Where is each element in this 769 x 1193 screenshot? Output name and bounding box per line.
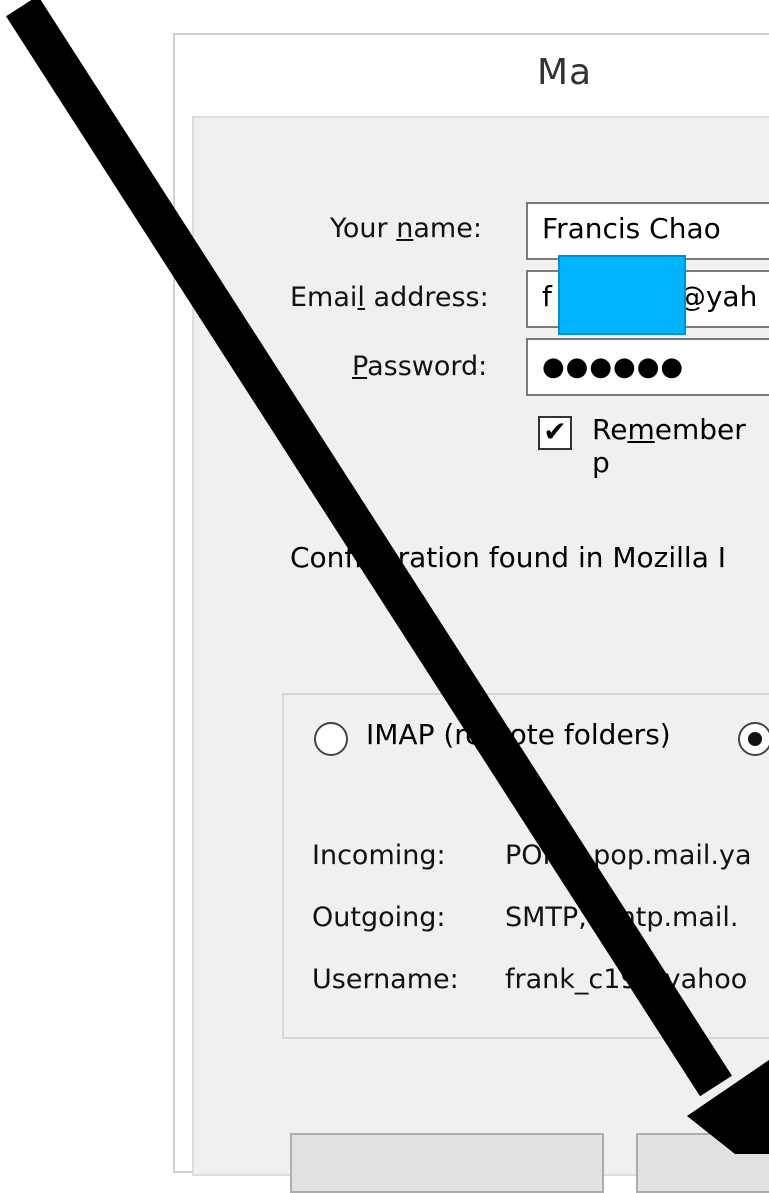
annotation-arrow-icon [6,0,769,1154]
